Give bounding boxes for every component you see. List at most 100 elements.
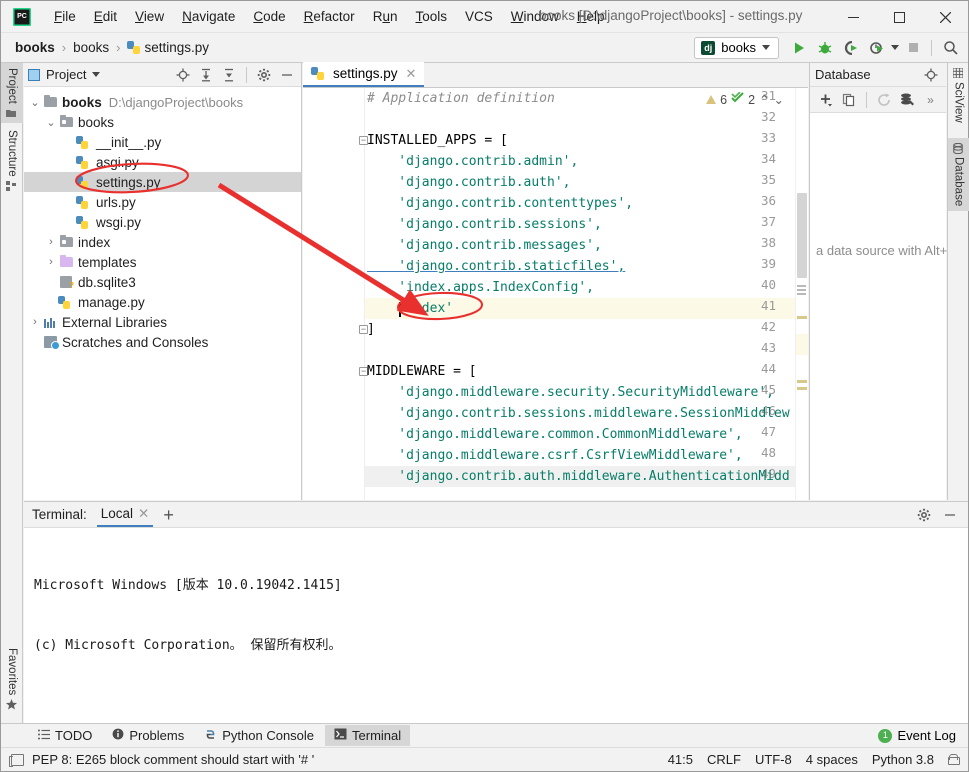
tree-node-scratches-consoles[interactable]: Scratches and Consoles [24, 332, 301, 352]
indent-setting[interactable]: 4 spaces [806, 752, 858, 767]
menu-file[interactable]: File [45, 5, 85, 28]
tree-node-external-libraries[interactable]: › External Libraries [24, 312, 301, 332]
hide-panel-icon[interactable] [940, 505, 960, 525]
chevron-down-icon[interactable] [891, 45, 899, 50]
new-terminal-button[interactable]: + [163, 506, 174, 524]
profile-button[interactable] [865, 36, 889, 60]
breadcrumb-item-1[interactable]: books [69, 38, 113, 57]
menu-edit[interactable]: Edit [85, 5, 126, 28]
chevron-right-icon[interactable]: › [44, 236, 58, 248]
code-editor[interactable]: 31 32 33 34 35 36 37 38 39 40 41 42 43 4… [303, 88, 808, 500]
warning-marker[interactable] [797, 387, 807, 390]
sidebar-item-favorites[interactable]: Favorites [1, 643, 23, 714]
tree-node-books-package[interactable]: ⌄ books [24, 112, 301, 132]
code-text[interactable]: # Application definition INSTALLED_APPS … [367, 88, 808, 484]
tree-node-templates[interactable]: › templates [24, 252, 301, 272]
close-icon[interactable]: ✕ [406, 66, 417, 82]
python-interpreter[interactable]: Python 3.8 [872, 752, 934, 767]
tree-node-books-root[interactable]: ⌄ books D:\djangoProject\books [24, 92, 301, 112]
locate-icon[interactable] [921, 65, 941, 85]
editor-gutter[interactable] [303, 88, 365, 500]
navigation-bar: books › books › settings.py dj books [1, 33, 968, 63]
editor-tab-settings-py[interactable]: settings.py ✕ [303, 62, 425, 87]
refresh-icon[interactable] [875, 90, 894, 110]
stop-button[interactable] [901, 36, 925, 60]
tab-problems[interactable]: Problems [103, 725, 193, 746]
menu-view[interactable]: View [126, 5, 173, 28]
locate-icon[interactable] [173, 65, 193, 85]
inspection-widget[interactable]: 6 2 ⌃ ⌄ [706, 91, 784, 107]
inspection-widget-icon[interactable] [9, 753, 24, 767]
line-separator[interactable]: CRLF [707, 752, 741, 767]
terminal-tab-local[interactable]: Local ✕ [96, 503, 154, 527]
minimize-button[interactable] [830, 1, 876, 33]
debug-button[interactable] [813, 36, 837, 60]
tree-node-init-py[interactable]: __init__.py [24, 132, 301, 152]
scrollbar-thumb[interactable] [797, 193, 807, 278]
sidebar-item-structure[interactable]: Structure [1, 125, 23, 196]
tree-node-urls-py[interactable]: urls.py [24, 192, 301, 212]
chevron-down-icon[interactable] [92, 72, 101, 77]
add-icon[interactable] [816, 90, 835, 110]
hide-panel-icon[interactable] [277, 65, 297, 85]
file-encoding[interactable]: UTF-8 [755, 752, 792, 767]
favorites-tab-label: Favorites [6, 648, 18, 696]
menu-navigate[interactable]: Navigate [173, 5, 244, 28]
menu-code[interactable]: Code [244, 5, 294, 28]
tree-node-wsgi-py[interactable]: wsgi.py [24, 212, 301, 232]
menu-tools[interactable]: Tools [406, 5, 456, 28]
python-file-icon [76, 155, 92, 169]
tab-todo[interactable]: TODO [29, 725, 101, 746]
event-log-badge: 1 [878, 728, 893, 743]
tree-node-label: manage.py [78, 294, 145, 310]
collapse-all-icon[interactable] [219, 65, 239, 85]
terminal-tool-window: Terminal: Local ✕ + Microsoft Windows [版… [24, 501, 968, 753]
menu-refactor[interactable]: Refactor [295, 5, 364, 28]
gear-icon[interactable] [914, 505, 934, 525]
chevron-down-icon[interactable]: ⌄ [28, 96, 42, 109]
chevron-down-icon[interactable]: ⌄ [44, 116, 58, 129]
run-with-coverage-button[interactable] [839, 36, 863, 60]
sidebar-item-project[interactable]: Project [1, 63, 23, 123]
expand-all-icon[interactable] [196, 65, 216, 85]
breadcrumb-item-2[interactable]: settings.py [123, 38, 213, 57]
close-icon[interactable]: ✕ [138, 506, 149, 522]
chevron-right-icon[interactable]: › [44, 256, 58, 268]
menu-bar[interactable]: File Edit View Navigate Code Refactor Ru… [45, 5, 614, 28]
copy-icon[interactable] [839, 90, 858, 110]
sidebar-item-database[interactable]: Database [948, 138, 969, 212]
tree-node-asgi-py[interactable]: asgi.py [24, 152, 301, 172]
warning-marker[interactable] [797, 380, 807, 383]
maximize-button[interactable] [876, 1, 922, 33]
menu-vcs[interactable]: VCS [456, 5, 502, 28]
event-log-button[interactable]: 1 Event Log [878, 728, 968, 743]
lock-icon[interactable] [948, 754, 960, 765]
run-button[interactable] [787, 36, 811, 60]
problems-icon [112, 728, 124, 743]
sidebar-item-sciview[interactable]: SciView [948, 63, 969, 128]
tree-node-settings-py[interactable]: settings.py [24, 172, 301, 192]
database-tool-window: Database » a data source with Alt+ [809, 63, 947, 500]
run-configuration-selector[interactable]: dj books [694, 36, 779, 59]
tab-python-console[interactable]: Python Console [195, 725, 323, 747]
tab-terminal[interactable]: Terminal [325, 725, 411, 746]
close-button[interactable] [922, 1, 968, 33]
gear-icon[interactable] [254, 65, 274, 85]
warning-marker[interactable] [797, 316, 807, 319]
tree-node-db-sqlite3[interactable]: db.sqlite3 [24, 272, 301, 292]
run-configuration-label: books [721, 40, 756, 55]
breadcrumb-item-0[interactable]: books [11, 38, 59, 57]
tree-node-index[interactable]: › index [24, 232, 301, 252]
breadcrumb[interactable]: books › books › settings.py [11, 38, 213, 57]
caret-position[interactable]: 41:5 [668, 752, 693, 767]
next-problem-icon[interactable]: ⌄ [774, 92, 784, 107]
previous-problem-icon[interactable]: ⌃ [759, 92, 769, 107]
project-tree[interactable]: ⌄ books D:\djangoProject\books ⌄ books _… [24, 87, 301, 352]
chevron-down-icon [762, 45, 770, 50]
tree-node-manage-py[interactable]: manage.py [24, 292, 301, 312]
run-query-icon[interactable] [898, 90, 917, 110]
more-icon[interactable]: » [921, 90, 940, 110]
menu-run[interactable]: Run [364, 5, 407, 28]
chevron-right-icon[interactable]: › [28, 316, 42, 328]
search-everywhere-icon[interactable] [938, 36, 962, 60]
